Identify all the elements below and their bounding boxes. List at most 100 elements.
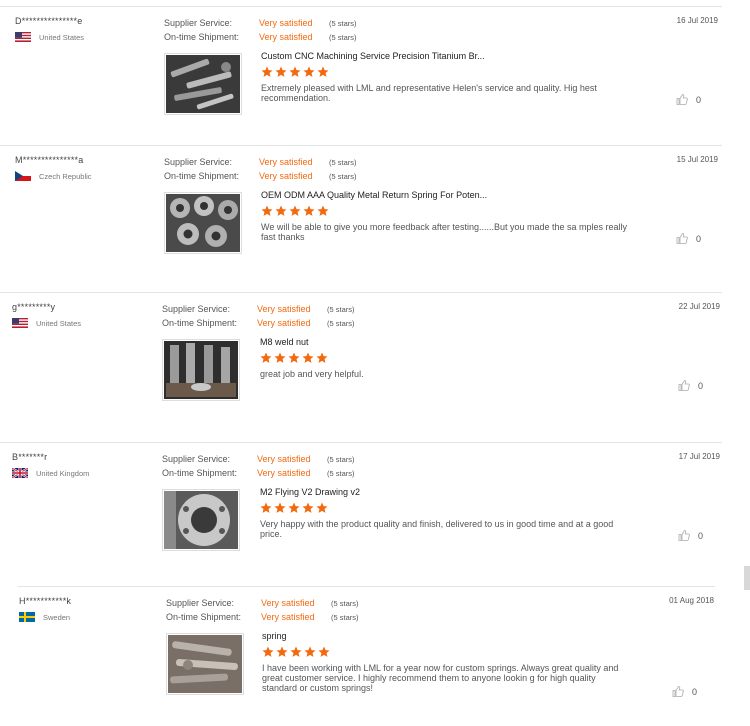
like-count: 0 bbox=[696, 233, 702, 244]
supplier-service-rating: Supplier Service: Very satisfied (5 stars) bbox=[162, 304, 355, 314]
like-button[interactable]: 0 bbox=[678, 530, 703, 541]
product-thumbnail[interactable] bbox=[164, 53, 242, 115]
star-rating bbox=[260, 352, 328, 364]
review-divider bbox=[0, 442, 722, 443]
star-icon bbox=[260, 352, 272, 363]
supplier-service-stars: (5 stars) bbox=[329, 19, 357, 28]
product-thumbnail[interactable] bbox=[162, 489, 240, 551]
reviewer-name: M***************a bbox=[15, 155, 84, 165]
country-label: United States bbox=[36, 318, 82, 328]
product-thumbnail[interactable] bbox=[164, 192, 242, 254]
like-button[interactable]: 0 bbox=[676, 94, 701, 105]
reviewer-name: D***************e bbox=[15, 16, 83, 26]
like-button[interactable]: 0 bbox=[678, 380, 703, 391]
product-link[interactable]: spring bbox=[262, 631, 287, 641]
supplier-service-value: Very satisfied bbox=[261, 598, 315, 608]
shipment-stars: (5 stars) bbox=[327, 469, 355, 478]
flag-us-icon bbox=[12, 318, 28, 328]
shipment-rating: On-time Shipment: Very satisfied (5 stars) bbox=[166, 612, 359, 622]
review-date: 17 Jul 2019 bbox=[678, 452, 720, 461]
star-icon bbox=[262, 646, 274, 657]
product-link[interactable]: Custom CNC Machining Service Precision T… bbox=[261, 51, 485, 61]
supplier-service-value: Very satisfied bbox=[257, 454, 311, 464]
reviewer-name: H***********k bbox=[19, 596, 72, 606]
star-icon bbox=[316, 352, 328, 363]
shipment-value: Very satisfied bbox=[259, 32, 313, 42]
review-item: H***********k Sweden Supplier Service: Ve… bbox=[0, 586, 750, 726]
shipment-stars: (5 stars) bbox=[327, 319, 355, 328]
review-item: D***************e United States Supplier… bbox=[0, 6, 750, 146]
flange-image bbox=[164, 491, 238, 549]
scrollbar-thumb[interactable] bbox=[744, 566, 750, 590]
reviewer-country: United Kingdom bbox=[12, 468, 89, 478]
shipment-value: Very satisfied bbox=[259, 171, 313, 181]
reviewer-country: Sweden bbox=[19, 612, 70, 622]
shipment-stars: (5 stars) bbox=[331, 613, 359, 622]
review-comment: great job and very helpful. bbox=[260, 369, 364, 379]
shipment-label: On-time Shipment: bbox=[166, 612, 242, 622]
flag-us-icon bbox=[15, 32, 31, 42]
like-button[interactable]: 0 bbox=[676, 233, 701, 244]
shipment-rating: On-time Shipment: Very satisfied (5 stars) bbox=[162, 318, 355, 328]
country-label: Sweden bbox=[43, 612, 71, 622]
star-icon bbox=[274, 352, 286, 363]
flag-uk-icon bbox=[12, 468, 28, 478]
review-comment: Very happy with the product quality and … bbox=[260, 519, 614, 539]
shipment-value: Very satisfied bbox=[261, 612, 315, 622]
supplier-service-stars: (5 stars) bbox=[331, 599, 359, 608]
product-thumbnail[interactable] bbox=[166, 633, 244, 695]
star-icon bbox=[289, 66, 301, 77]
star-icon bbox=[261, 205, 273, 216]
star-icon bbox=[275, 205, 287, 216]
weld-nut-image bbox=[164, 341, 238, 399]
star-icon bbox=[303, 205, 315, 216]
supplier-service-label: Supplier Service: bbox=[164, 157, 233, 167]
star-icon bbox=[316, 502, 328, 513]
star-rating bbox=[261, 205, 329, 217]
shipment-value: Very satisfied bbox=[257, 468, 311, 478]
product-link[interactable]: M2 Flying V2 Drawing v2 bbox=[260, 487, 360, 497]
shipment-stars: (5 stars) bbox=[329, 172, 357, 181]
review-item: B*******r United Kingdom Supplier Servic… bbox=[0, 442, 750, 582]
like-count: 0 bbox=[698, 530, 704, 541]
star-icon bbox=[275, 66, 287, 77]
star-rating bbox=[262, 646, 330, 658]
supplier-service-rating: Supplier Service: Very satisfied (5 stars) bbox=[164, 18, 357, 28]
star-icon bbox=[304, 646, 316, 657]
star-icon bbox=[276, 646, 288, 657]
supplier-service-value: Very satisfied bbox=[259, 18, 313, 28]
supplier-service-label: Supplier Service: bbox=[162, 454, 231, 464]
product-thumbnail[interactable] bbox=[162, 339, 240, 401]
like-count: 0 bbox=[696, 94, 702, 105]
reviewer-name: B*******r bbox=[12, 452, 48, 462]
supplier-service-rating: Supplier Service: Very satisfied (5 stars) bbox=[164, 157, 357, 167]
review-date: 15 Jul 2019 bbox=[676, 155, 718, 164]
reviewer-country: United States bbox=[12, 318, 81, 328]
star-icon bbox=[290, 646, 302, 657]
review-item: g*********y United States Supplier Servi… bbox=[0, 292, 750, 432]
star-icon bbox=[318, 646, 330, 657]
review-divider bbox=[18, 586, 715, 587]
star-icon bbox=[288, 352, 300, 363]
supplier-service-stars: (5 stars) bbox=[327, 455, 355, 464]
reviewer-country: United States bbox=[15, 32, 84, 42]
shipment-stars: (5 stars) bbox=[329, 33, 357, 42]
supplier-service-value: Very satisfied bbox=[259, 157, 313, 167]
shipment-rating: On-time Shipment: Very satisfied (5 stars) bbox=[164, 32, 357, 42]
spring-shafts-image bbox=[168, 635, 242, 693]
review-date: 22 Jul 2019 bbox=[678, 302, 720, 311]
supplier-service-rating: Supplier Service: Very satisfied (5 stars) bbox=[166, 598, 359, 608]
shipment-label: On-time Shipment: bbox=[162, 318, 238, 328]
like-button[interactable]: 0 bbox=[672, 686, 697, 697]
product-link[interactable]: M8 weld nut bbox=[260, 337, 309, 347]
star-icon bbox=[302, 502, 314, 513]
star-icon bbox=[317, 205, 329, 216]
flag-cz-icon bbox=[15, 171, 31, 181]
product-link[interactable]: OEM ODM AAA Quality Metal Return Spring … bbox=[261, 190, 487, 200]
review-item: M***************a Czech Republic Supplie… bbox=[0, 145, 750, 285]
country-label: United States bbox=[39, 32, 85, 42]
shipment-value: Very satisfied bbox=[257, 318, 311, 328]
country-label: Czech Republic bbox=[39, 171, 92, 181]
supplier-service-label: Supplier Service: bbox=[164, 18, 233, 28]
review-date: 01 Aug 2018 bbox=[669, 596, 714, 605]
